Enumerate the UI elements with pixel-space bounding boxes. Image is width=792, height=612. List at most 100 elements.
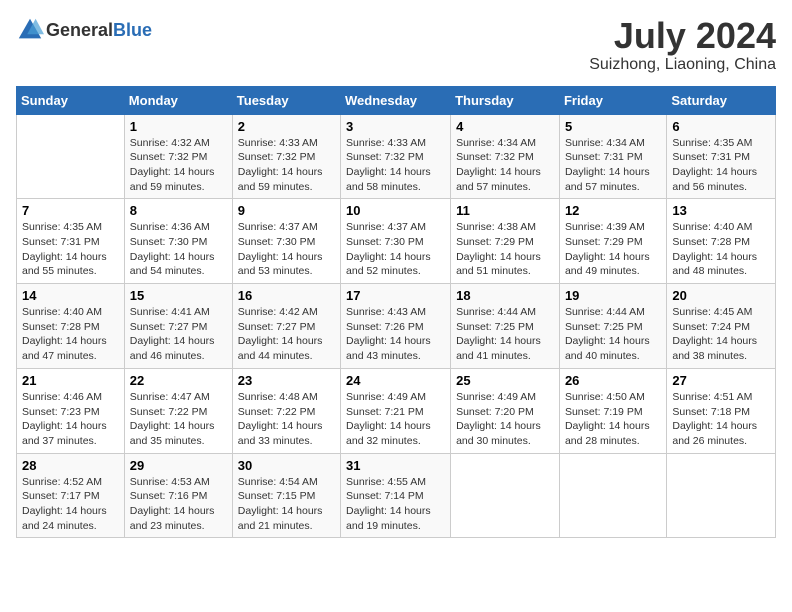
calendar-cell: 5 Sunrise: 4:34 AM Sunset: 7:31 PM Daylig… [559, 114, 666, 199]
calendar-cell [559, 453, 666, 538]
day-info: Sunrise: 4:34 AM Sunset: 7:32 PM Dayligh… [456, 136, 554, 195]
day-info: Sunrise: 4:53 AM Sunset: 7:16 PM Dayligh… [130, 475, 227, 534]
day-number: 20 [672, 288, 770, 303]
calendar-cell [17, 114, 125, 199]
calendar-cell: 19 Sunrise: 4:44 AM Sunset: 7:25 PM Dayli… [559, 284, 666, 369]
day-number: 22 [130, 373, 227, 388]
day-number: 26 [565, 373, 661, 388]
day-number: 16 [238, 288, 335, 303]
day-number: 2 [238, 119, 335, 134]
calendar-cell: 28 Sunrise: 4:52 AM Sunset: 7:17 PM Dayli… [17, 453, 125, 538]
calendar-cell: 15 Sunrise: 4:41 AM Sunset: 7:27 PM Dayli… [124, 284, 232, 369]
day-of-week-header: Monday [124, 86, 232, 114]
calendar-cell: 31Sunrise: 4:55 AM Sunset: 7:14 PM Dayli… [341, 453, 451, 538]
day-info: Sunrise: 4:50 AM Sunset: 7:19 PM Dayligh… [565, 390, 661, 449]
day-of-week-header: Friday [559, 86, 666, 114]
calendar-cell: 4Sunrise: 4:34 AM Sunset: 7:32 PM Daylig… [451, 114, 560, 199]
calendar-cell: 24Sunrise: 4:49 AM Sunset: 7:21 PM Dayli… [341, 368, 451, 453]
day-info: Sunrise: 4:41 AM Sunset: 7:27 PM Dayligh… [130, 305, 227, 364]
day-of-week-header: Sunday [17, 86, 125, 114]
day-info: Sunrise: 4:44 AM Sunset: 7:25 PM Dayligh… [456, 305, 554, 364]
day-number: 28 [22, 458, 119, 473]
day-number: 6 [672, 119, 770, 134]
day-info: Sunrise: 4:55 AM Sunset: 7:14 PM Dayligh… [346, 475, 445, 534]
day-info: Sunrise: 4:39 AM Sunset: 7:29 PM Dayligh… [565, 220, 661, 279]
day-number: 23 [238, 373, 335, 388]
calendar-week-row: 28 Sunrise: 4:52 AM Sunset: 7:17 PM Dayli… [17, 453, 776, 538]
day-number: 19 [565, 288, 661, 303]
calendar-week-row: 1 Sunrise: 4:32 AM Sunset: 7:32 PM Daylig… [17, 114, 776, 199]
day-of-week-header: Wednesday [341, 86, 451, 114]
day-info: Sunrise: 4:54 AM Sunset: 7:15 PM Dayligh… [238, 475, 335, 534]
calendar-body: 1 Sunrise: 4:32 AM Sunset: 7:32 PM Daylig… [17, 114, 776, 538]
day-number: 21 [22, 373, 119, 388]
day-info: Sunrise: 4:35 AM Sunset: 7:31 PM Dayligh… [22, 220, 119, 279]
calendar-cell: 2 Sunrise: 4:33 AM Sunset: 7:32 PM Daylig… [232, 114, 340, 199]
page-header: GeneralBlue July 2024 Suizhong, Liaoning… [16, 16, 776, 74]
day-info: Sunrise: 4:36 AM Sunset: 7:30 PM Dayligh… [130, 220, 227, 279]
day-info: Sunrise: 4:35 AM Sunset: 7:31 PM Dayligh… [672, 136, 770, 195]
day-number: 5 [565, 119, 661, 134]
day-number: 8 [130, 203, 227, 218]
day-number: 18 [456, 288, 554, 303]
calendar-cell: 30Sunrise: 4:54 AM Sunset: 7:15 PM Dayli… [232, 453, 340, 538]
calendar-cell: 22Sunrise: 4:47 AM Sunset: 7:22 PM Dayli… [124, 368, 232, 453]
calendar-cell: 10 Sunrise: 4:37 AM Sunset: 7:30 PM Dayli… [341, 199, 451, 284]
day-info: Sunrise: 4:49 AM Sunset: 7:21 PM Dayligh… [346, 390, 445, 449]
calendar-cell: 3 Sunrise: 4:33 AM Sunset: 7:32 PM Daylig… [341, 114, 451, 199]
day-number: 11 [456, 203, 554, 218]
day-info: Sunrise: 4:32 AM Sunset: 7:32 PM Dayligh… [130, 136, 227, 195]
day-number: 25 [456, 373, 554, 388]
day-of-week-header: Tuesday [232, 86, 340, 114]
logo-general-text: General [46, 20, 113, 40]
day-number: 10 [346, 203, 445, 218]
day-number: 14 [22, 288, 119, 303]
day-info: Sunrise: 4:49 AM Sunset: 7:20 PM Dayligh… [456, 390, 554, 449]
calendar-cell: 20 Sunrise: 4:45 AM Sunset: 7:24 PM Dayli… [667, 284, 776, 369]
day-of-week-header: Saturday [667, 86, 776, 114]
calendar-cell: 7Sunrise: 4:35 AM Sunset: 7:31 PM Daylig… [17, 199, 125, 284]
day-number: 3 [346, 119, 445, 134]
calendar-cell: 21 Sunrise: 4:46 AM Sunset: 7:23 PM Dayli… [17, 368, 125, 453]
month-title: July 2024 [589, 16, 776, 56]
calendar-table: SundayMondayTuesdayWednesdayThursdayFrid… [16, 86, 776, 539]
calendar-cell: 23Sunrise: 4:48 AM Sunset: 7:22 PM Dayli… [232, 368, 340, 453]
calendar-cell: 11Sunrise: 4:38 AM Sunset: 7:29 PM Dayli… [451, 199, 560, 284]
location-title: Suizhong, Liaoning, China [589, 56, 776, 74]
calendar-week-row: 21 Sunrise: 4:46 AM Sunset: 7:23 PM Dayli… [17, 368, 776, 453]
day-info: Sunrise: 4:33 AM Sunset: 7:32 PM Dayligh… [346, 136, 445, 195]
calendar-cell: 25 Sunrise: 4:49 AM Sunset: 7:20 PM Dayli… [451, 368, 560, 453]
day-info: Sunrise: 4:40 AM Sunset: 7:28 PM Dayligh… [22, 305, 119, 364]
logo: GeneralBlue [16, 16, 152, 44]
calendar-cell: 9 Sunrise: 4:37 AM Sunset: 7:30 PM Daylig… [232, 199, 340, 284]
day-info: Sunrise: 4:52 AM Sunset: 7:17 PM Dayligh… [22, 475, 119, 534]
calendar-cell [667, 453, 776, 538]
calendar-cell: 8 Sunrise: 4:36 AM Sunset: 7:30 PM Daylig… [124, 199, 232, 284]
day-info: Sunrise: 4:37 AM Sunset: 7:30 PM Dayligh… [346, 220, 445, 279]
day-info: Sunrise: 4:33 AM Sunset: 7:32 PM Dayligh… [238, 136, 335, 195]
day-info: Sunrise: 4:37 AM Sunset: 7:30 PM Dayligh… [238, 220, 335, 279]
day-number: 15 [130, 288, 227, 303]
calendar-week-row: 14 Sunrise: 4:40 AM Sunset: 7:28 PM Dayli… [17, 284, 776, 369]
day-number: 29 [130, 458, 227, 473]
day-info: Sunrise: 4:44 AM Sunset: 7:25 PM Dayligh… [565, 305, 661, 364]
day-number: 27 [672, 373, 770, 388]
calendar-cell: 6 Sunrise: 4:35 AM Sunset: 7:31 PM Daylig… [667, 114, 776, 199]
day-number: 12 [565, 203, 661, 218]
day-number: 17 [346, 288, 445, 303]
title-block: July 2024 Suizhong, Liaoning, China [589, 16, 776, 74]
logo-icon [16, 16, 44, 44]
logo-blue-text: Blue [113, 20, 152, 40]
day-number: 9 [238, 203, 335, 218]
day-info: Sunrise: 4:45 AM Sunset: 7:24 PM Dayligh… [672, 305, 770, 364]
day-info: Sunrise: 4:46 AM Sunset: 7:23 PM Dayligh… [22, 390, 119, 449]
day-info: Sunrise: 4:34 AM Sunset: 7:31 PM Dayligh… [565, 136, 661, 195]
calendar-cell: 1 Sunrise: 4:32 AM Sunset: 7:32 PM Daylig… [124, 114, 232, 199]
day-number: 1 [130, 119, 227, 134]
calendar-cell: 26 Sunrise: 4:50 AM Sunset: 7:19 PM Dayli… [559, 368, 666, 453]
header-row: SundayMondayTuesdayWednesdayThursdayFrid… [17, 86, 776, 114]
day-info: Sunrise: 4:51 AM Sunset: 7:18 PM Dayligh… [672, 390, 770, 449]
calendar-cell: 18 Sunrise: 4:44 AM Sunset: 7:25 PM Dayli… [451, 284, 560, 369]
calendar-cell: 27 Sunrise: 4:51 AM Sunset: 7:18 PM Dayli… [667, 368, 776, 453]
calendar-header: SundayMondayTuesdayWednesdayThursdayFrid… [17, 86, 776, 114]
